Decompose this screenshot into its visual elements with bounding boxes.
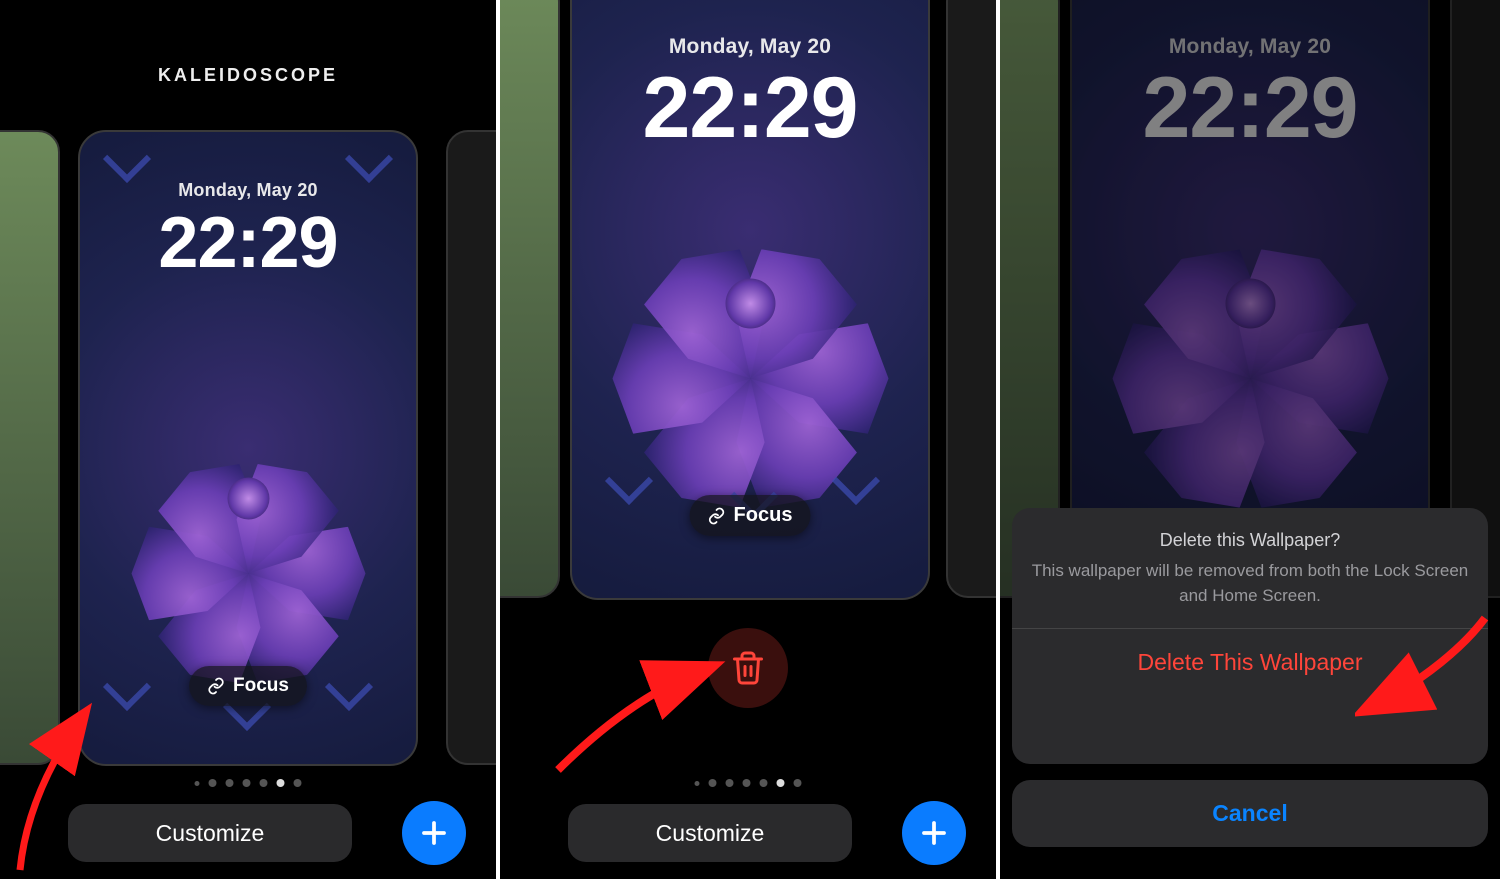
focus-pill[interactable]: Focus xyxy=(690,495,811,536)
plus-icon xyxy=(919,818,949,848)
annotation-arrow xyxy=(548,640,728,780)
sheet-header: Delete this Wallpaper? This wallpaper wi… xyxy=(1012,508,1488,628)
action-sheet: Delete this Wallpaper? This wallpaper wi… xyxy=(1012,508,1488,764)
sheet-subtitle: This wallpaper will be removed from both… xyxy=(1030,559,1470,608)
wallpaper-category-title: KALEIDOSCOPE xyxy=(0,65,496,86)
focus-label: Focus xyxy=(734,504,793,527)
focus-label: Focus xyxy=(233,675,289,697)
lock-date: Monday, May 20 xyxy=(80,180,416,201)
prev-wallpaper-peek[interactable] xyxy=(500,0,560,598)
add-wallpaper-button[interactable] xyxy=(902,801,966,865)
link-icon xyxy=(207,677,225,695)
focus-pill[interactable]: Focus xyxy=(189,666,307,706)
prev-wallpaper-peek[interactable] xyxy=(0,130,60,765)
plus-icon xyxy=(419,818,449,848)
page-dots[interactable] xyxy=(195,779,302,787)
add-wallpaper-button[interactable] xyxy=(402,801,466,865)
customize-button[interactable]: Customize xyxy=(68,804,352,862)
page-dots[interactable] xyxy=(695,779,802,787)
panel-swipe-up: Monday, May 20 22:29 Focus Custo xyxy=(500,0,1000,879)
delete-confirm-button[interactable]: Delete This Wallpaper xyxy=(1012,629,1488,696)
lock-clock: 22:29 xyxy=(572,59,928,158)
cancel-button[interactable]: Cancel xyxy=(1012,780,1488,847)
lock-clock: 22:29 xyxy=(80,202,416,284)
lock-date: Monday, May 20 xyxy=(572,35,928,59)
next-wallpaper-peek[interactable] xyxy=(946,0,1000,598)
wallpaper-card[interactable]: Monday, May 20 22:29 Focus xyxy=(78,130,418,766)
delete-wallpaper-button[interactable] xyxy=(708,628,788,708)
customize-button[interactable]: Customize xyxy=(568,804,852,862)
link-icon xyxy=(708,507,726,525)
next-wallpaper-peek[interactable] xyxy=(446,130,500,765)
panel-gallery: KALEIDOSCOPE xyxy=(0,0,500,879)
sheet-title: Delete this Wallpaper? xyxy=(1030,530,1470,551)
sheet-separator xyxy=(1012,628,1488,629)
trash-icon xyxy=(730,650,766,686)
wallpaper-card[interactable]: Monday, May 20 22:29 Focus xyxy=(570,0,930,600)
panel-confirm-delete: Monday, May 20 22:29 Delete this Wallpap… xyxy=(1000,0,1500,879)
